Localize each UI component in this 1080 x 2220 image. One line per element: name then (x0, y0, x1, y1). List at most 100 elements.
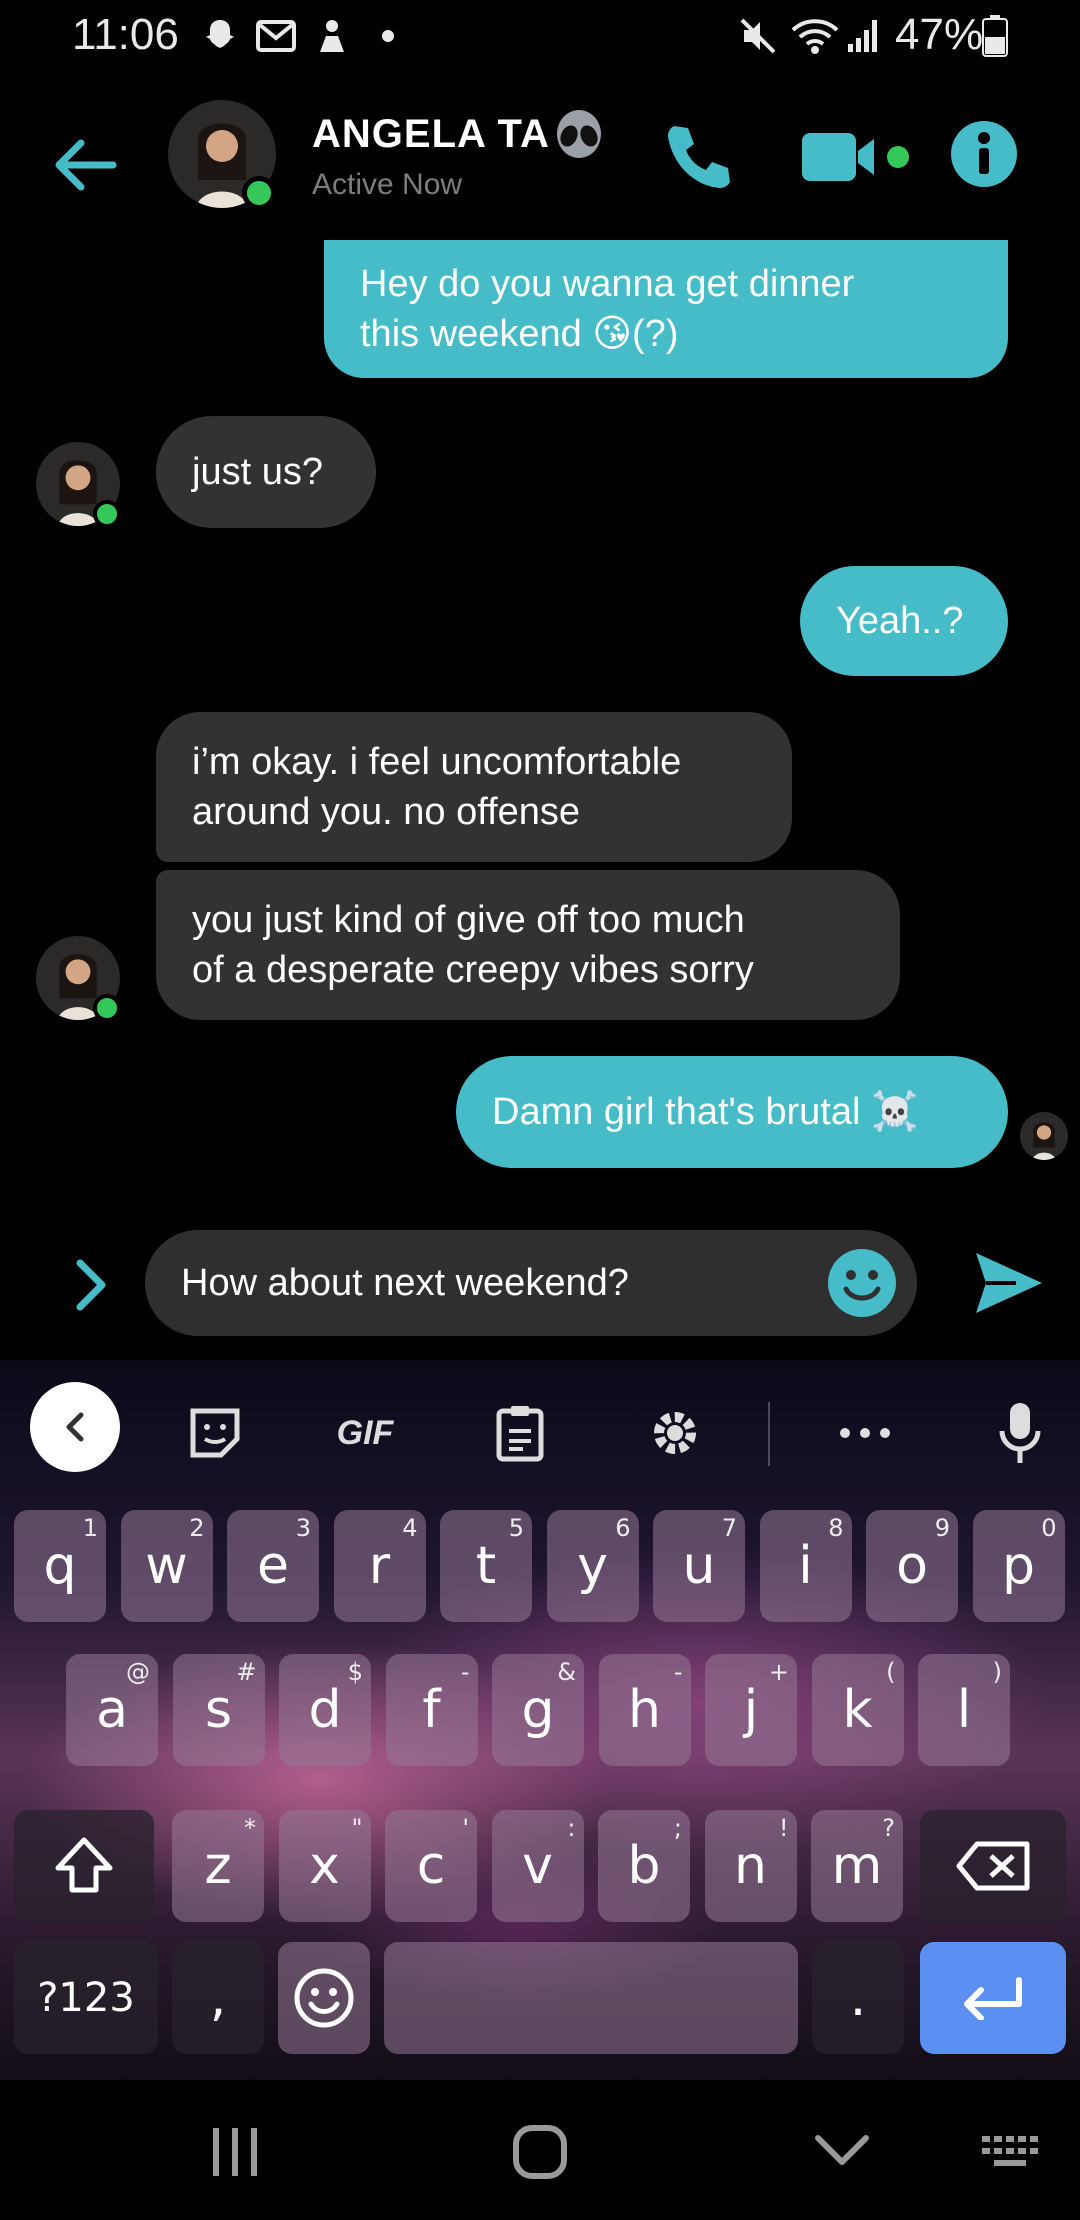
keyboard-switch-button[interactable] (980, 2134, 1044, 2175)
message-input[interactable]: How about next weekend? (145, 1230, 917, 1336)
key-hint: 1 (82, 1514, 98, 1542)
info-button[interactable] (950, 120, 1018, 188)
key-hint: * (244, 1814, 256, 1842)
read-receipt-avatar (1020, 1112, 1068, 1160)
navigation-bar (0, 2080, 1080, 2220)
voice-call-button[interactable] (660, 118, 740, 198)
key-q[interactable]: q1 (14, 1510, 106, 1622)
space-key[interactable] (384, 1942, 798, 2054)
expand-actions-button[interactable] (66, 1255, 116, 1315)
battery-percentage: 47% (895, 10, 984, 59)
more-icon (840, 1428, 890, 1438)
key-hint: ; (673, 1814, 682, 1842)
shift-key[interactable] (14, 1810, 154, 1922)
message-bubble-incoming[interactable]: i’m okay. i feel uncomfortable around yo… (156, 712, 792, 862)
key-i[interactable]: i8 (759, 1510, 852, 1622)
key-n[interactable]: n! (704, 1810, 797, 1922)
key-hint: 0 (1041, 1514, 1057, 1542)
message-bubble-incoming[interactable]: just us? (156, 416, 376, 528)
toolbar-divider (768, 1402, 770, 1466)
key-label: r (368, 1536, 391, 1596)
back-button[interactable] (40, 120, 130, 210)
key-hint: ? (882, 1814, 895, 1842)
message-bubble-outgoing[interactable]: Yeah..? (800, 566, 1008, 676)
key-m[interactable]: m? (811, 1810, 903, 1922)
key-w[interactable]: w2 (120, 1510, 213, 1622)
key-a[interactable]: a @ (66, 1654, 158, 1766)
backspace-key[interactable] (920, 1810, 1066, 1922)
key-k[interactable]: k( (811, 1654, 904, 1766)
settings-button[interactable] (640, 1398, 710, 1468)
comma-key[interactable]: , (172, 1942, 264, 2054)
key-g[interactable]: g & (492, 1654, 584, 1766)
key-label: v (522, 1836, 553, 1896)
chevron-left-icon (66, 1412, 84, 1442)
key-h[interactable]: h- (598, 1654, 691, 1766)
sticker-button[interactable] (180, 1398, 250, 1468)
key-hint: 4 (402, 1514, 418, 1542)
gmail-icon (256, 14, 296, 58)
video-call-button[interactable] (800, 125, 915, 190)
period-key[interactable]: . (812, 1942, 904, 2054)
emoji-key[interactable] (278, 1942, 370, 2054)
key-z[interactable]: z * (172, 1810, 264, 1922)
key-y[interactable]: y6 (546, 1510, 639, 1622)
key-t[interactable]: t5 (440, 1510, 532, 1622)
home-button[interactable] (510, 2122, 570, 2187)
key-o[interactable]: o9 (866, 1510, 958, 1622)
key-u[interactable]: u7 (653, 1510, 745, 1622)
key-r[interactable]: r4 (333, 1510, 426, 1622)
enter-icon (964, 1977, 1022, 2020)
send-button[interactable] (970, 1245, 1046, 1321)
key-x[interactable]: x " (278, 1810, 371, 1922)
key-hint: : (567, 1814, 576, 1842)
key-hint: 3 (295, 1514, 311, 1542)
more-button[interactable] (830, 1398, 900, 1468)
key-label: g (521, 1680, 555, 1740)
microphone-icon (999, 1403, 1041, 1463)
message-bubble-incoming[interactable]: you just kind of give off too much of a … (156, 870, 900, 1020)
backspace-icon (956, 1841, 1030, 1891)
recent-apps-button[interactable] (205, 2124, 265, 2185)
clipboard-button[interactable] (490, 1398, 550, 1468)
symbols-key[interactable]: ?123 (14, 1942, 158, 2054)
message-bubble-outgoing[interactable]: Hey do you wanna get dinner this weekend… (324, 240, 1008, 378)
key-label: d (308, 1680, 342, 1740)
contact-name[interactable]: ANGELA TA (312, 112, 550, 157)
back-nav-button[interactable] (812, 2130, 872, 2175)
key-d[interactable]: d $ (279, 1654, 371, 1766)
gif-button[interactable]: GIF (320, 1398, 410, 1468)
active-status: Active Now (312, 168, 463, 201)
message-bubble-outgoing[interactable]: Damn girl that's brutal ☠️ (456, 1056, 1008, 1168)
key-e[interactable]: e3 (227, 1510, 319, 1622)
keyboard-collapse-button[interactable] (30, 1382, 120, 1472)
key-s[interactable]: s # (172, 1654, 265, 1766)
key-hint: # (236, 1658, 257, 1686)
enter-key[interactable] (920, 1942, 1066, 2054)
key-label: h (628, 1680, 661, 1740)
key-b[interactable]: b; (598, 1810, 690, 1922)
key-hint: ( (886, 1658, 896, 1686)
status-time: 11:06 (72, 10, 179, 59)
key-v[interactable]: v: (491, 1810, 584, 1922)
key-j[interactable]: j + (705, 1654, 797, 1766)
key-hint: 6 (615, 1514, 631, 1542)
key-label: f (422, 1680, 441, 1740)
key-hint: 5 (508, 1514, 524, 1542)
video-camera-icon (802, 133, 909, 181)
voice-input-button[interactable] (990, 1398, 1050, 1468)
key-l[interactable]: l) (918, 1654, 1010, 1766)
key-p[interactable]: p0 (972, 1510, 1065, 1622)
key-c[interactable]: c ' (385, 1810, 477, 1922)
emoji-button[interactable] (828, 1249, 896, 1317)
key-label: z (204, 1836, 232, 1896)
key-f[interactable]: f- (385, 1654, 478, 1766)
status-bar: 11:06 47% (0, 0, 1080, 75)
key-hint: - (673, 1658, 683, 1686)
key-label: t (475, 1536, 497, 1596)
key-hint: 9 (934, 1514, 950, 1542)
emoji-icon (294, 1968, 354, 2028)
key-label: u (682, 1536, 716, 1596)
smiley-icon (843, 1270, 881, 1301)
key-hint: 7 (721, 1514, 737, 1542)
